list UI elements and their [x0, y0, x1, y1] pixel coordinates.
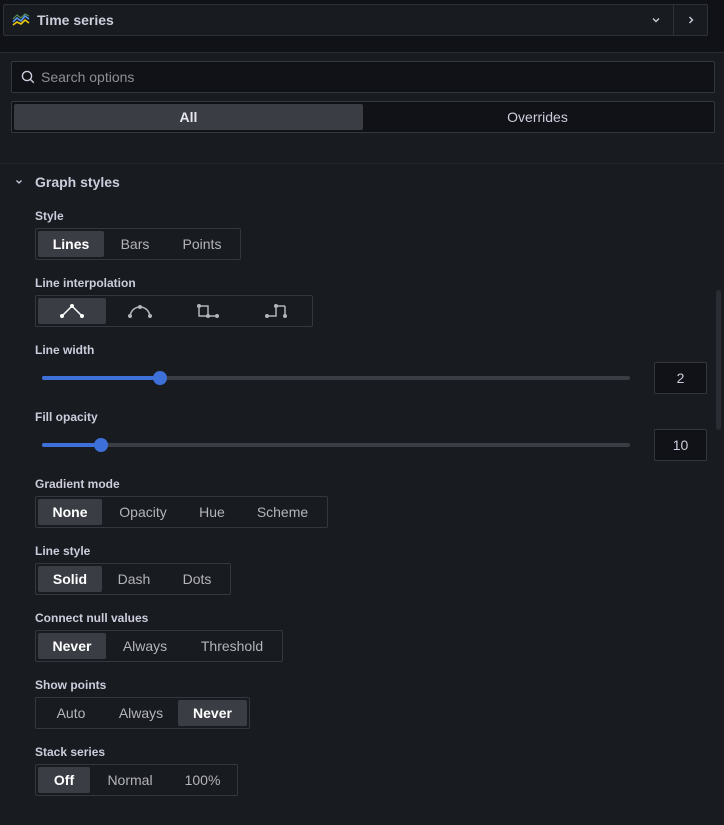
style-label: Style: [35, 209, 64, 223]
step-before-icon[interactable]: [174, 298, 242, 324]
gradient-option-opacity[interactable]: Opacity: [102, 499, 184, 525]
panel-options-pane: Time series All Overrides Graph styles: [0, 0, 724, 825]
style-option-bars[interactable]: Bars: [104, 231, 166, 257]
search-options-field[interactable]: [11, 61, 715, 93]
slider-fill: [42, 443, 101, 447]
section-title: Graph styles: [35, 174, 120, 190]
gradient-option-scheme[interactable]: Scheme: [240, 499, 325, 525]
stack-series-label: Stack series: [35, 745, 106, 759]
fill-opacity-label: Fill opacity: [35, 410, 98, 424]
stack-option-off[interactable]: Off: [38, 767, 90, 793]
line-style-option-solid[interactable]: Solid: [38, 566, 102, 592]
line-style-option-dash[interactable]: Dash: [102, 566, 166, 592]
show-points-option-never[interactable]: Never: [178, 700, 247, 726]
line-interpolation-radio-group: [35, 295, 313, 327]
slider-handle[interactable]: [153, 371, 167, 385]
line-width-label: Line width: [35, 343, 95, 357]
search-input[interactable]: [41, 62, 714, 92]
connect-null-option-never[interactable]: Never: [38, 633, 106, 659]
line-style-radio-group: Solid Dash Dots: [35, 563, 231, 595]
line-style-label: Line style: [35, 544, 91, 558]
stack-series-radio-group: Off Normal 100%: [35, 764, 238, 796]
show-points-radio-group: Auto Always Never: [35, 697, 250, 729]
divider: [0, 163, 724, 164]
smooth-interpolation-icon[interactable]: [106, 298, 174, 324]
fill-opacity-input[interactable]: 10: [654, 429, 707, 461]
chevron-down-icon[interactable]: [639, 5, 673, 35]
options-tabs: All Overrides: [11, 101, 715, 133]
slider-fill: [42, 376, 160, 380]
connect-null-option-always[interactable]: Always: [106, 633, 184, 659]
tab-overrides[interactable]: Overrides: [363, 104, 712, 130]
style-option-points[interactable]: Points: [166, 231, 238, 257]
gradient-option-hue[interactable]: Hue: [184, 499, 240, 525]
connect-null-label: Connect null values: [35, 611, 149, 625]
time-series-chart-icon: [12, 13, 30, 27]
visualization-picker[interactable]: Time series: [3, 4, 708, 36]
gradient-mode-label: Gradient mode: [35, 477, 120, 491]
visualization-title: Time series: [37, 12, 114, 28]
show-points-label: Show points: [35, 678, 107, 692]
search-icon: [21, 70, 35, 84]
line-style-option-dots[interactable]: Dots: [166, 566, 228, 592]
line-width-slider[interactable]: [42, 370, 632, 386]
chevron-down-icon: [12, 175, 26, 189]
connect-null-radio-group: Never Always Threshold: [35, 630, 283, 662]
show-points-option-auto[interactable]: Auto: [38, 700, 104, 726]
linear-interpolation-icon[interactable]: [38, 298, 106, 324]
scrollbar[interactable]: [716, 290, 721, 430]
line-interpolation-label: Line interpolation: [35, 276, 136, 290]
visualization-header: Time series: [0, 0, 724, 53]
style-radio-group: Lines Bars Points: [35, 228, 241, 260]
gradient-option-none[interactable]: None: [38, 499, 102, 525]
gradient-mode-radio-group: None Opacity Hue Scheme: [35, 496, 328, 528]
line-width-input[interactable]: 2: [654, 362, 707, 394]
style-option-lines[interactable]: Lines: [38, 231, 104, 257]
connect-null-option-threshold[interactable]: Threshold: [184, 633, 280, 659]
show-points-option-always[interactable]: Always: [104, 700, 178, 726]
section-graph-styles-header[interactable]: Graph styles: [12, 172, 120, 192]
chevron-right-icon[interactable]: [673, 5, 707, 35]
stack-option-normal[interactable]: Normal: [90, 767, 170, 793]
slider-rail: [42, 443, 630, 447]
slider-handle[interactable]: [94, 438, 108, 452]
tab-all[interactable]: All: [14, 104, 363, 130]
stack-option-100-percent[interactable]: 100%: [170, 767, 235, 793]
fill-opacity-slider[interactable]: [42, 437, 632, 453]
step-after-icon[interactable]: [242, 298, 310, 324]
